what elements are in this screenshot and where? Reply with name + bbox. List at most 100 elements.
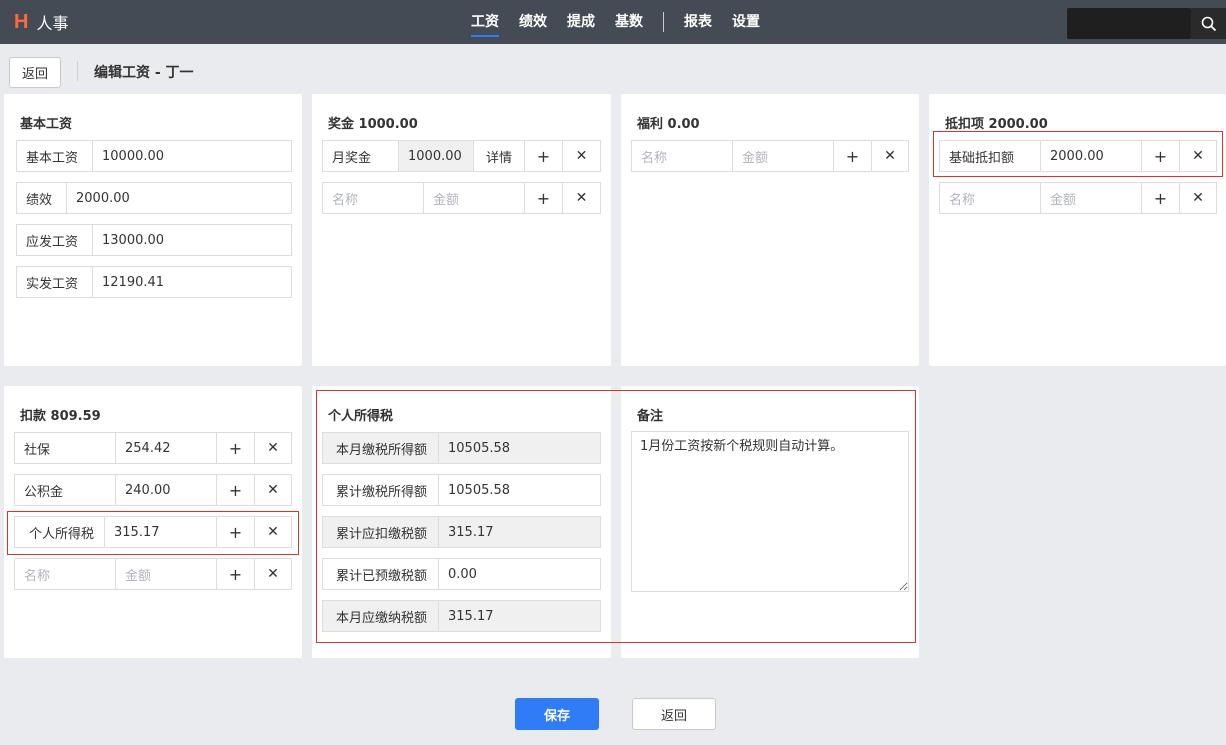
new-name-input[interactable]: 名称 [632, 141, 733, 171]
deduction-new-row: 名称 金额 + ✕ [14, 558, 292, 590]
close-icon: ✕ [1192, 190, 1204, 206]
add-button[interactable]: + [217, 475, 255, 505]
new-amount-input[interactable]: 金额 [1041, 183, 1142, 213]
back-button[interactable]: 返回 [632, 698, 716, 730]
save-button[interactable]: 保存 [515, 698, 599, 730]
app-name: 人事 [36, 14, 69, 33]
card-title: 抵扣项 2000.00 [945, 117, 1048, 132]
remove-button[interactable]: ✕ [255, 517, 291, 547]
new-amount-input[interactable]: 金额 [424, 183, 525, 213]
nav-item-settings[interactable]: 设置 [732, 0, 760, 44]
tax-value: 10505.58 [439, 433, 600, 463]
deductible-name-input[interactable]: 基础抵扣额 [940, 141, 1041, 171]
deductible-amount-input[interactable]: 2000.00 [1041, 141, 1142, 171]
close-icon: ✕ [267, 440, 279, 456]
remove-button[interactable]: ✕ [1180, 141, 1216, 171]
search-input[interactable] [1067, 8, 1191, 39]
page-title: 编辑工资 - 丁一 [94, 65, 194, 81]
deduction-card: 扣款 809.59 社保 254.42 + ✕ 公积金 240.00 + ✕ 个… [4, 386, 302, 658]
add-button[interactable]: + [525, 141, 563, 171]
close-icon: ✕ [267, 524, 279, 540]
new-amount-input[interactable]: 金额 [733, 141, 834, 171]
search-icon [1201, 16, 1216, 31]
back-button-top[interactable]: 返回 [9, 57, 61, 88]
card-title: 扣款 809.59 [20, 409, 101, 424]
net-salary-input[interactable]: 12190.41 [93, 267, 291, 297]
tax-value-input[interactable]: 0.00 [439, 559, 600, 589]
close-icon: ✕ [267, 566, 279, 582]
field-label: 应发工资 [17, 225, 93, 255]
bonus-card: 奖金 1000.00 月奖金 1000.00 详情 + ✕ 名称 金额 + ✕ [312, 94, 611, 366]
bonus-item-row: 月奖金 1000.00 详情 + ✕ [322, 140, 601, 172]
new-name-input[interactable]: 名称 [940, 183, 1041, 213]
field-label: 本月缴税所得额 [323, 433, 439, 463]
add-button[interactable]: + [1142, 183, 1180, 213]
tax-value-input[interactable]: 10505.58 [439, 475, 600, 505]
search-button[interactable] [1191, 8, 1226, 39]
nav-item-reports[interactable]: 报表 [684, 0, 712, 44]
plus-icon: + [228, 480, 243, 500]
add-button[interactable]: + [217, 559, 255, 589]
card-title: 基本工资 [20, 117, 73, 132]
deduction-row: 公积金 240.00 + ✕ [14, 474, 292, 506]
deduction-amount-input[interactable]: 315.17 [105, 517, 217, 547]
remove-button[interactable]: ✕ [563, 141, 600, 171]
plus-icon: + [1153, 146, 1168, 166]
remark-card: 备注 1月份工资按新个税规则自动计算。 [621, 386, 919, 658]
bonus-amount: 1000.00 [399, 141, 474, 171]
remove-button[interactable]: ✕ [255, 433, 291, 463]
remark-textarea[interactable]: 1月份工资按新个税规则自动计算。 [631, 431, 909, 592]
new-name-input[interactable]: 名称 [323, 183, 424, 213]
welfare-new-row: 名称 金额 + ✕ [631, 140, 909, 172]
card-title: 奖金 1000.00 [328, 117, 418, 132]
plus-icon: + [228, 522, 243, 542]
add-button[interactable]: + [217, 433, 255, 463]
remove-button[interactable]: ✕ [1180, 183, 1216, 213]
detail-button[interactable]: 详情 [474, 141, 525, 171]
plus-icon: + [845, 146, 860, 166]
nav-item-salary[interactable]: 工资 [463, 0, 499, 44]
remove-button[interactable]: ✕ [255, 475, 291, 505]
field-label: 基本工资 [17, 141, 93, 171]
top-bar: H 人事 工资 绩效 提成 基数 报表 设置 [0, 0, 1226, 44]
add-button[interactable]: + [834, 141, 872, 171]
basic-row: 应发工资 13000.00 [16, 224, 292, 256]
new-name-input[interactable]: 名称 [15, 559, 116, 589]
basic-salary-card: 基本工资 基本工资 10000.00 绩效 2000.00 应发工资 13000… [4, 94, 302, 366]
plus-icon: + [536, 146, 551, 166]
remove-button[interactable]: ✕ [255, 559, 291, 589]
add-button[interactable]: + [525, 183, 563, 213]
add-button[interactable]: + [1142, 141, 1180, 171]
main-nav: 工资 绩效 提成 基数 报表 设置 [463, 0, 780, 44]
app-logo[interactable]: H 人事 [14, 10, 68, 34]
field-label: 实发工资 [17, 267, 93, 297]
tax-row: 累计已预缴税额 0.00 [322, 558, 601, 590]
deduction-name-input[interactable]: 社保 [15, 433, 116, 463]
new-amount-input[interactable]: 金额 [116, 559, 217, 589]
nav-item-base[interactable]: 基数 [615, 0, 643, 44]
remove-button[interactable]: ✕ [872, 141, 908, 171]
welfare-card: 福利 0.00 名称 金额 + ✕ [621, 94, 919, 366]
performance-input[interactable]: 2000.00 [67, 183, 291, 213]
close-icon: ✕ [267, 482, 279, 498]
logo-mark: H [14, 11, 29, 33]
remove-button[interactable]: ✕ [563, 183, 600, 213]
header-divider [77, 61, 78, 81]
nav-item-performance[interactable]: 绩效 [519, 0, 547, 44]
deduction-amount-input[interactable]: 254.42 [116, 433, 217, 463]
basic-row: 绩效 2000.00 [16, 182, 292, 214]
base-salary-input[interactable]: 10000.00 [93, 141, 291, 171]
card-title: 个人所得税 [328, 409, 394, 424]
close-icon: ✕ [575, 148, 588, 164]
deduction-amount-input[interactable]: 240.00 [116, 475, 217, 505]
tax-row: 本月应缴纳税额 315.17 [322, 600, 601, 632]
income-tax-card: 个人所得税 本月缴税所得额 10505.58 累计缴税所得额 10505.58 … [312, 386, 611, 658]
basic-row: 实发工资 12190.41 [16, 266, 292, 298]
deduction-name-input[interactable]: 个人所得税 [15, 517, 105, 547]
gross-salary-input[interactable]: 13000.00 [93, 225, 291, 255]
deduction-name-input[interactable]: 公积金 [15, 475, 116, 505]
add-button[interactable]: + [217, 517, 255, 547]
nav-item-commission[interactable]: 提成 [567, 0, 595, 44]
bonus-name-input[interactable]: 月奖金 [323, 141, 399, 171]
deductible-card: 抵扣项 2000.00 基础抵扣额 2000.00 + ✕ 名称 金额 + ✕ [929, 94, 1226, 366]
